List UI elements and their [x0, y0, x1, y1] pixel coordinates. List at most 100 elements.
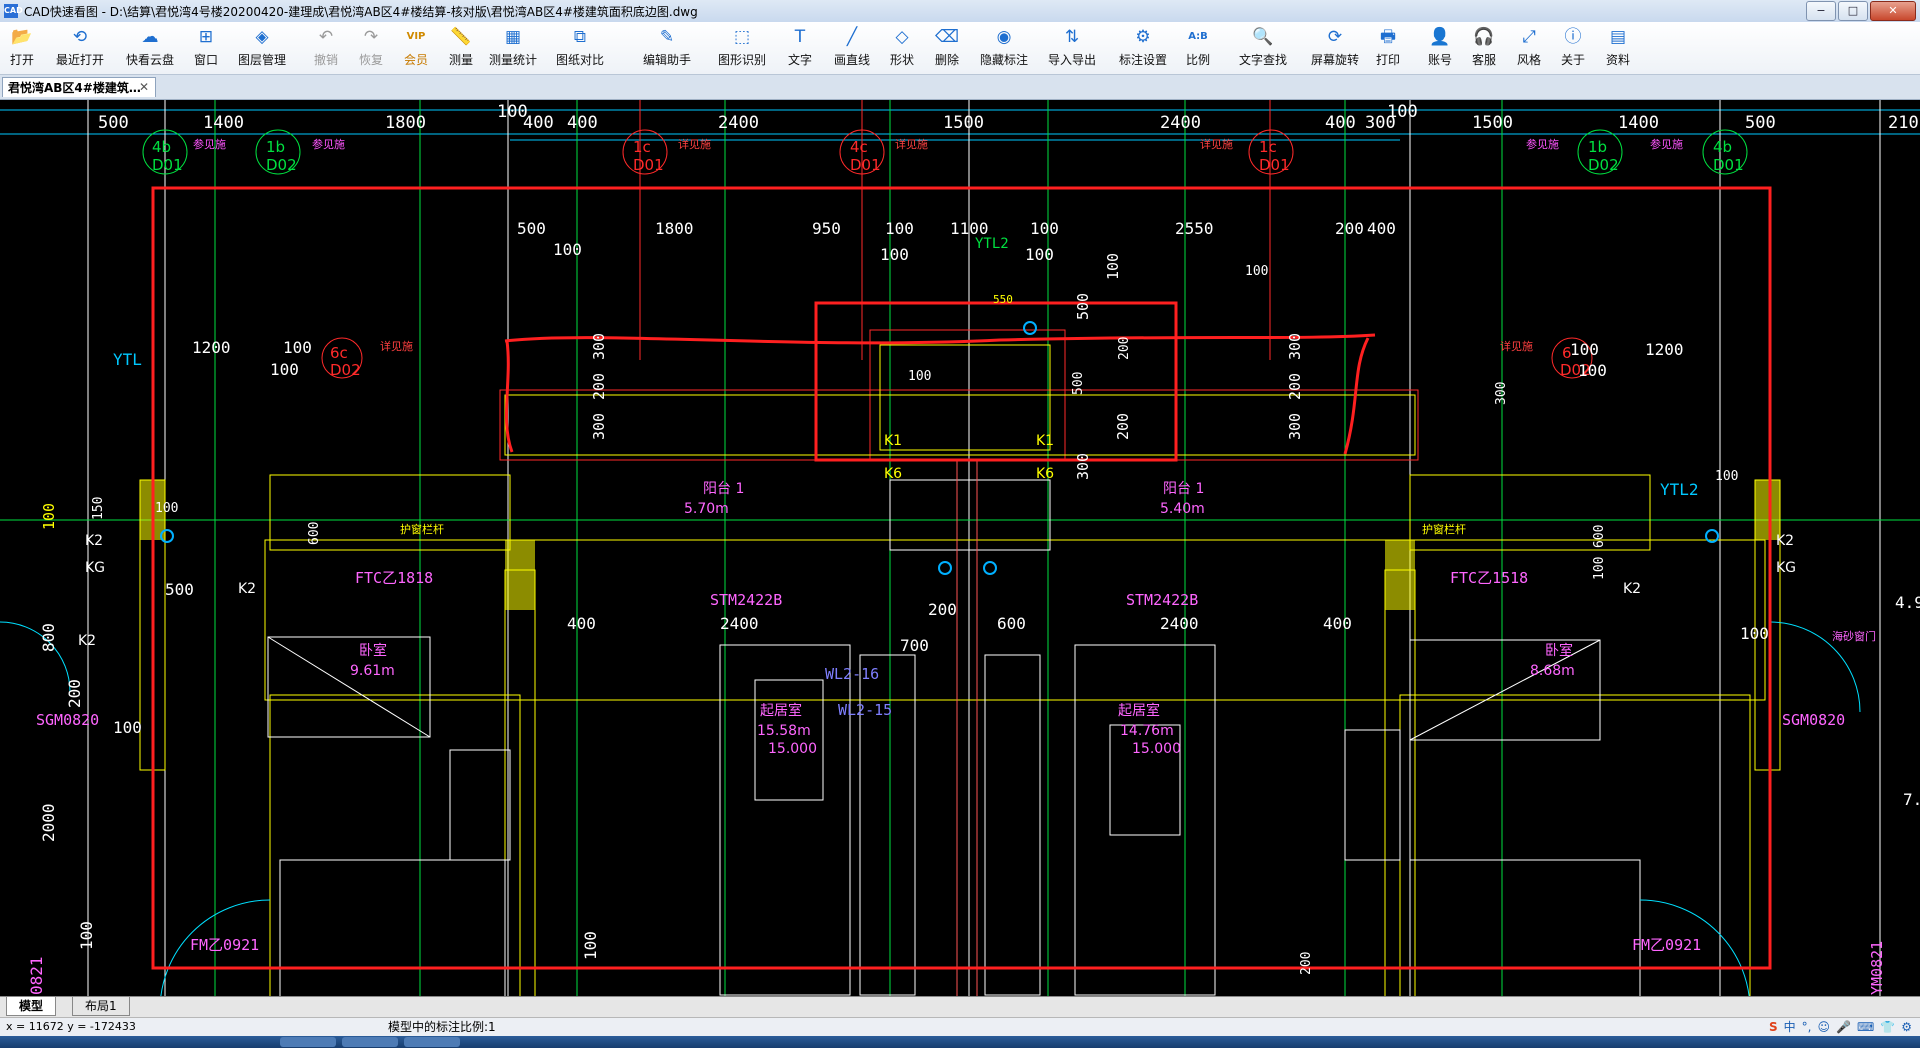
room-name: 起居室 [760, 702, 802, 719]
dim-label: 500 [517, 219, 546, 238]
toolbar-button-2[interactable]: ☁ 快看云盘 [120, 26, 180, 72]
document-tab[interactable]: 君悦湾AB区4#楼建筑… ✕ [2, 77, 156, 97]
dim-label: 300 [590, 413, 608, 440]
toolbar-button-22[interactable]: ⟳ 屏幕旋转 [1305, 26, 1365, 72]
dim-label: 0821 [27, 956, 46, 995]
dim-label: 2550 [1175, 219, 1214, 238]
toolbar-button-3[interactable]: ⊞ 窗口 [176, 26, 236, 72]
axis-code: D02 [1588, 156, 1619, 174]
pipes-blue [160, 321, 1719, 575]
toolbar-button-20[interactable]: A:B 比例 [1168, 26, 1228, 72]
microphone-icon[interactable]: 🎤 [1836, 1018, 1851, 1036]
door-code: FM乙0921 [1632, 936, 1701, 954]
ime-language-toggle[interactable]: 中 [1784, 1018, 1796, 1036]
axis-code: D01 [1259, 156, 1290, 174]
text-icon: T [794, 27, 806, 47]
dim-label: 200 [65, 679, 84, 708]
dim-label: 200 [928, 600, 957, 619]
axis-number: 6c [330, 344, 348, 362]
dim-label: 300 [1286, 333, 1304, 360]
tab-model[interactable]: 模型 [6, 997, 57, 1016]
toolbar-button-1[interactable]: ⟲ 最近打开 [50, 26, 110, 72]
toolbar-button-4[interactable]: ◈ 图层管理 [232, 26, 292, 72]
dim-label: 2400 [1160, 614, 1199, 633]
toolbar-button-label: 测量 [448, 53, 473, 67]
toolbar-button-8[interactable]: 📏 测量 [431, 26, 491, 72]
toolbar-button-10[interactable]: ⧉ 图纸对比 [550, 26, 610, 72]
axis-number: 4b [1713, 138, 1732, 156]
toolbar-button-28[interactable]: ▤ 资料 [1588, 26, 1648, 72]
dim-label: 1500 [1472, 113, 1513, 133]
dim-label: 100 [1245, 264, 1268, 279]
ref-note: 详见施 [895, 137, 928, 151]
minimize-button[interactable]: − [1806, 1, 1836, 21]
dim-label: 200 [1114, 413, 1132, 440]
punctuation-icon[interactable]: °, [1802, 1018, 1812, 1036]
dim-label: 200 [1117, 337, 1132, 360]
dim-label: 400 [567, 113, 598, 133]
scale-icon: A:B [1188, 31, 1208, 42]
tab-layout1[interactable]: 布局1 [72, 997, 130, 1016]
window-code: STM2422B [710, 591, 782, 609]
window-code: FTC乙1518 [1450, 569, 1528, 587]
dim-label: 600 [1592, 525, 1607, 548]
room-name: 阳台 1 [1163, 481, 1204, 497]
right-edge-label: 4.9 [1895, 593, 1920, 612]
toolbar-button-17[interactable]: ◉ 隐藏标注 [974, 26, 1034, 72]
maximize-button[interactable]: □ [1838, 1, 1868, 21]
close-button[interactable]: ✕ [1870, 1, 1916, 21]
room-area: 5.40m [1160, 501, 1205, 517]
drawing-canvas[interactable]: 500 1400 1800 100 400 400 2400 1500 2400… [0, 100, 1920, 996]
toolbar-button-18[interactable]: ⇅ 导入导出 [1042, 26, 1102, 72]
dim-label: 600 [997, 614, 1026, 633]
toolbar-button-0[interactable]: 📂 打开 [0, 26, 52, 72]
dim-label: 100 [553, 240, 582, 259]
sogou-ime-icon[interactable]: S [1769, 1018, 1778, 1036]
dim-label: 1500 [943, 113, 984, 133]
toolbar-button-23[interactable]: 🖶 打印 [1358, 26, 1418, 72]
layout-tab-bar: 模型 布局1 [0, 996, 1920, 1017]
room-area: 5.70m [684, 501, 729, 517]
close-tab-icon[interactable]: ✕ [139, 80, 149, 94]
toolbar-button-12[interactable]: ⬚ 图形识别 [712, 26, 772, 72]
dim-label: 700 [900, 636, 929, 655]
toolbar-button-label: 图层管理 [237, 53, 286, 67]
dim-label: 100 [1025, 245, 1054, 264]
dim-label: 300 [1494, 382, 1509, 405]
taskbar-item[interactable] [404, 1037, 460, 1047]
rotate-screen-icon: ⟳ [1327, 27, 1343, 47]
inner-dimension-labels: 500 100 1800 950 100 1100 100 2550 200 4… [517, 219, 1396, 306]
skin-icon[interactable]: 👕 [1880, 1018, 1895, 1036]
annotation-settings-icon: ⚙ [1135, 27, 1151, 47]
toolbar-button-label: 关于 [1560, 53, 1585, 67]
dim-label: 1800 [655, 219, 694, 238]
emoji-icon[interactable]: ☺ [1817, 1018, 1830, 1036]
k-label: K1 [884, 433, 902, 449]
dim-label: 2400 [718, 113, 759, 133]
dim-label: 200 [1335, 219, 1364, 238]
toolbar-button-21[interactable]: 🔍 文字查找 [1233, 26, 1293, 72]
toolbar-button-16[interactable]: ⌫ 删除 [917, 26, 977, 72]
ime-toolbar: S 中 °, ☺ 🎤 ⌨ 👕 ⚙ [1769, 1018, 1912, 1036]
toolbar-button-9[interactable]: ▦ 测量统计 [483, 26, 543, 72]
taskbar-item[interactable] [280, 1037, 336, 1047]
k-label: K2 [78, 633, 96, 649]
axis-code: D01 [152, 156, 183, 174]
right-edge-label: 7.0 [1903, 790, 1920, 809]
toolbar-button-13[interactable]: T 文字 [770, 26, 830, 72]
taskbar-item[interactable] [342, 1037, 398, 1047]
axis-code: D02 [266, 156, 297, 174]
keyboard-icon[interactable]: ⌨ [1857, 1018, 1874, 1036]
door-code: SGM0820 [36, 711, 99, 729]
dim-label: 500 [1071, 372, 1086, 395]
dim-label: 2000 [39, 803, 58, 842]
dim-label: 300 [590, 333, 608, 360]
dim-label: 300 [1286, 413, 1304, 440]
toolbar-button-19[interactable]: ⚙ 标注设置 [1113, 26, 1173, 72]
door-code: YM0821 [1868, 941, 1886, 995]
dim-label: 100 [1030, 219, 1059, 238]
toolbar-button-11[interactable]: ✎ 编辑助手 [637, 26, 697, 72]
axis-code: D01 [1713, 156, 1744, 174]
print-icon: 🖶 [1379, 27, 1397, 47]
ime-settings-icon[interactable]: ⚙ [1901, 1018, 1912, 1036]
